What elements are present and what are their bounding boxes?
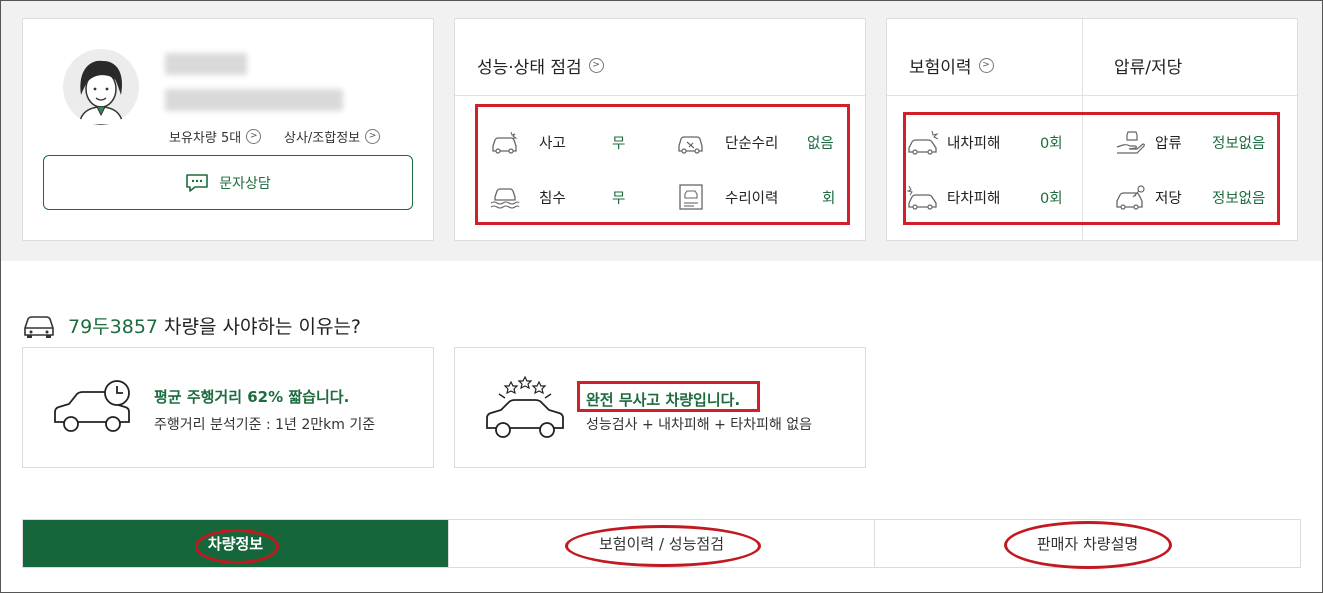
insurance-title: 보험이력 xyxy=(909,58,972,78)
vehicle-plate-number: 79두3857 xyxy=(68,316,159,338)
seizure-title: 압류/저당 xyxy=(1114,53,1182,78)
sms-consult-label: 문자상담 xyxy=(219,175,271,192)
inspection-title: 성능·상태 점검 xyxy=(477,58,582,78)
seller-phone-blurred xyxy=(165,89,343,111)
mileage-reason-sub: 주행거리 분석기준 : 1년 2만km 기준 xyxy=(154,417,376,433)
seller-name-blurred xyxy=(165,53,247,75)
card-divider xyxy=(455,95,865,96)
chat-bubble-icon xyxy=(186,173,209,192)
seller-avatar xyxy=(63,49,139,125)
seizure-title-text: 압류/저당 xyxy=(1114,58,1183,78)
insurance-title-link[interactable]: 보험이력 > xyxy=(909,53,994,78)
car-clock-icon xyxy=(54,380,130,432)
annotation-box-no-accident xyxy=(577,381,760,412)
card-divider xyxy=(887,95,1297,96)
annotation-oval-vehicle-info xyxy=(195,529,279,564)
chevron-right-icon: > xyxy=(246,129,262,144)
sms-consult-button[interactable]: 문자상담 xyxy=(43,155,413,210)
avatar-illustration-icon xyxy=(78,60,124,125)
annotation-box-inspection xyxy=(475,104,850,225)
annotation-oval-seller-description xyxy=(1004,521,1172,569)
chevron-right-icon: > xyxy=(978,58,994,73)
owned-vehicles-link[interactable]: 보유차량 5대 > xyxy=(169,127,262,146)
reasons-heading: 79두3857 차량을 사야하는 이유는? xyxy=(22,312,361,339)
chevron-right-icon: > xyxy=(365,129,381,144)
seller-profile-card: 보유차량 5대 > 상사/조합정보 > 문자상담 xyxy=(22,18,434,241)
owned-vehicles-label: 보유차량 5대 xyxy=(169,131,242,146)
mileage-reason-title: 평균 주행거리 62% 짧습니다. xyxy=(154,388,350,406)
annotation-box-insurance-seizure xyxy=(903,112,1280,225)
reasons-heading-text: 차량을 사야하는 이유는? xyxy=(158,316,362,338)
annotation-oval-insurance-inspection xyxy=(565,525,761,567)
company-info-label: 상사/조합정보 xyxy=(284,131,361,146)
company-info-link[interactable]: 상사/조합정보 > xyxy=(284,127,381,146)
reason-card-mileage: 평균 주행거리 62% 짧습니다. 주행거리 분석기준 : 1년 2만km 기준 xyxy=(22,347,434,468)
chevron-right-icon: > xyxy=(588,58,604,73)
car-icon xyxy=(24,315,54,338)
inspection-title-link[interactable]: 성능·상태 점검 > xyxy=(477,53,604,78)
car-stars-icon xyxy=(486,376,564,438)
no-accident-reason-sub: 성능검사 + 내차피해 + 타차피해 없음 xyxy=(586,417,813,433)
